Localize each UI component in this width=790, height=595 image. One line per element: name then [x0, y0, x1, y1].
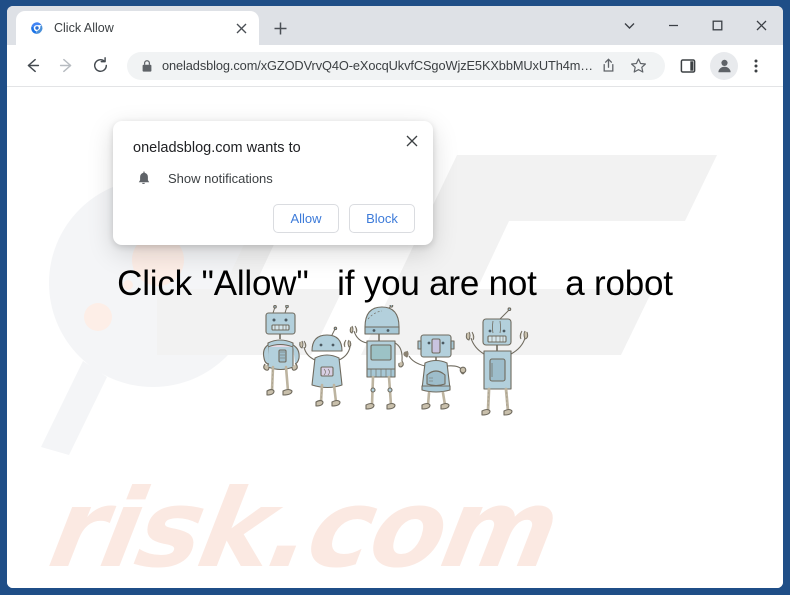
notification-permission-dialog: oneladsblog.com wants to Show notificati… [113, 121, 433, 245]
address-bar[interactable]: oneladsblog.com/xGZODVrvQ4O-eXocqUkvfCSg… [127, 51, 665, 80]
new-tab-button[interactable] [266, 14, 294, 42]
side-panel-icon[interactable] [673, 51, 703, 81]
minimize-icon[interactable] [651, 8, 695, 44]
dialog-actions: Allow Block [133, 204, 417, 233]
tab-close-icon[interactable] [233, 20, 250, 37]
dialog-permission-label: Show notifications [168, 170, 273, 186]
address-bar-url: oneladsblog.com/xGZODVrvQ4O-eXocqUkvfCSg… [162, 58, 593, 73]
allow-button[interactable]: Allow [273, 204, 339, 233]
tab-favicon-icon [28, 20, 45, 37]
close-icon[interactable] [739, 8, 783, 44]
browser-window-inner: Click Allow oneladsblog.com/xGZODVrvQ4O-… [7, 6, 783, 588]
tab-strip: Click Allow [7, 6, 783, 45]
page-viewport: risk.com Click "Allow" if you are not a … [7, 87, 783, 588]
tab-search-chevron-down-icon[interactable] [607, 8, 651, 44]
profile-avatar-icon[interactable] [710, 51, 738, 80]
omnibox-actions [593, 53, 653, 79]
dialog-permission-row: Show notifications [133, 170, 417, 186]
dialog-close-icon[interactable] [401, 130, 423, 152]
share-icon[interactable] [595, 53, 621, 79]
star-icon[interactable] [625, 53, 651, 79]
lock-icon [141, 59, 153, 73]
block-button[interactable]: Block [349, 204, 415, 233]
three-dot-menu-icon[interactable] [741, 51, 771, 81]
tab-title: Click Allow [54, 21, 114, 35]
maximize-icon[interactable] [695, 8, 739, 44]
robots-illustration [262, 305, 529, 416]
reload-icon[interactable] [85, 51, 115, 81]
page-headline: Click "Allow" if you are not a robot [117, 264, 673, 303]
back-arrow-icon[interactable] [17, 51, 47, 81]
watermark-risk-text: risk.com [40, 467, 568, 588]
window-controls [607, 6, 783, 45]
dialog-title: oneladsblog.com wants to [133, 140, 301, 156]
toolbar-right-actions [673, 51, 775, 81]
forward-arrow-icon[interactable] [51, 51, 81, 81]
browser-window: Click Allow oneladsblog.com/xGZODVrvQ4O-… [0, 0, 790, 595]
browser-tab[interactable]: Click Allow [16, 11, 259, 45]
browser-toolbar: oneladsblog.com/xGZODVrvQ4O-eXocqUkvfCSg… [7, 45, 783, 87]
bell-icon [133, 170, 153, 186]
